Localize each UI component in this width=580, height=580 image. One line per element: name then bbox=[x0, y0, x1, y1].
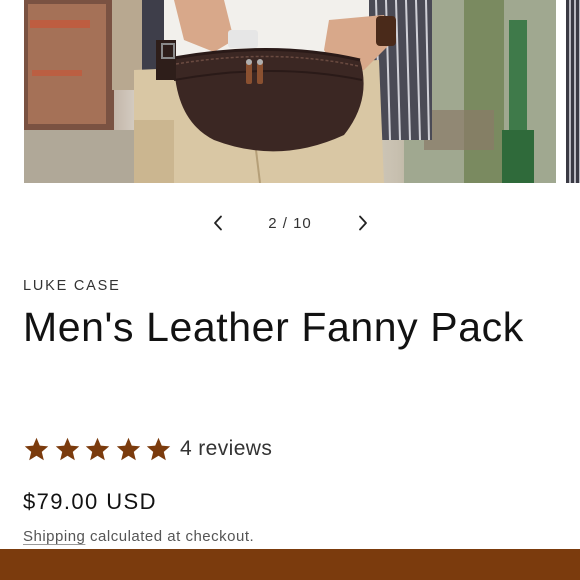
product-image[interactable] bbox=[24, 0, 556, 183]
add-to-cart-bar[interactable] bbox=[0, 549, 580, 580]
product-vendor: LUKE CASE bbox=[23, 278, 121, 294]
product-photo bbox=[24, 0, 556, 183]
chevron-right-icon bbox=[358, 215, 367, 231]
product-title: Men's Leather Fanny Pack bbox=[23, 304, 524, 350]
slide-counter: 2 / 10 bbox=[268, 214, 312, 232]
gallery-pagination: 2 / 10 bbox=[0, 205, 580, 241]
shipping-note-text: calculated at checkout. bbox=[85, 528, 255, 545]
shipping-note: Shipping calculated at checkout. bbox=[23, 528, 254, 545]
star-icon bbox=[116, 437, 140, 460]
chevron-left-icon bbox=[213, 215, 222, 231]
star-icon bbox=[147, 437, 171, 460]
next-slide-button[interactable] bbox=[343, 205, 383, 241]
star-icon bbox=[85, 437, 110, 460]
star-icon bbox=[55, 437, 79, 460]
shipping-policy-link[interactable]: Shipping bbox=[23, 528, 85, 545]
rating-stars bbox=[23, 436, 176, 463]
product-media-gallery bbox=[0, 0, 580, 190]
reviews-link[interactable]: 4 reviews bbox=[180, 437, 272, 461]
product-price: $79.00 USD bbox=[23, 489, 157, 514]
previous-slide-button[interactable] bbox=[198, 205, 238, 241]
star-icon bbox=[24, 437, 49, 460]
next-product-image-peek[interactable] bbox=[566, 0, 580, 183]
product-rating: 4 reviews bbox=[23, 434, 272, 464]
